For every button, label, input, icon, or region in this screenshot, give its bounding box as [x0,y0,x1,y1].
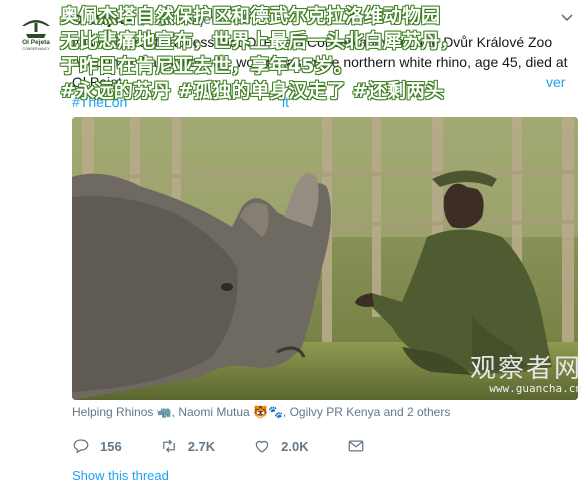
reply-button[interactable]: 156 [72,437,122,455]
retweet-icon [162,439,175,453]
retweet-button[interactable]: 2.7K [160,437,215,455]
tagged-users[interactable]: Helping Rhinos 🦏, Naomi Mutua 🐯🐾, Ogilvy… [72,405,450,419]
svg-text:CONSERVANCY: CONSERVANCY [22,47,50,51]
direct-message-button[interactable] [347,437,375,455]
watermark-url: www.guancha.cn [489,382,582,395]
tweet: Ol Pejeta CONSERVANCY Ol Pejeta @OlPejet… [0,0,588,488]
avatar[interactable]: Ol Pejeta CONSERVANCY [14,10,58,54]
reply-icon [73,439,89,454]
retweet-count: 2.7K [187,438,216,454]
caption-line: 无比悲痛地宣布，世界上最后一头北白犀苏丹， [60,30,460,52]
reply-count: 156 [100,438,122,454]
chevron-down-icon[interactable] [560,10,574,24]
tweet-actions: 156 2.7K 2.0K [72,436,413,456]
like-button[interactable]: 2.0K [253,437,309,455]
ol-pejeta-logo-icon: Ol Pejeta CONSERVANCY [15,11,57,53]
show-thread-link[interactable]: Show this thread [72,468,169,483]
watermark-brand: 观察者网 [469,354,582,384]
chinese-caption-overlay: 奥佩杰塔自然保护区和德武尔克拉洛维动物园 无比悲痛地宣布，世界上最后一头北白犀苏… [60,4,550,104]
caption-line: 于昨日在肯尼亚去世，享年45岁。 [60,55,353,77]
caption-line: 奥佩杰塔自然保护区和德武尔克拉洛维动物园 [60,5,441,27]
heart-icon [255,440,269,453]
caption-line: #永远的苏丹 #孤独的单身汉走了 #还剩两头 [60,80,444,102]
guancha-watermark: 观察者网 www.guancha.cn [452,355,582,395]
svg-text:Ol Pejeta: Ol Pejeta [22,39,50,46]
like-count: 2.0K [281,438,309,454]
envelope-icon [348,440,364,452]
